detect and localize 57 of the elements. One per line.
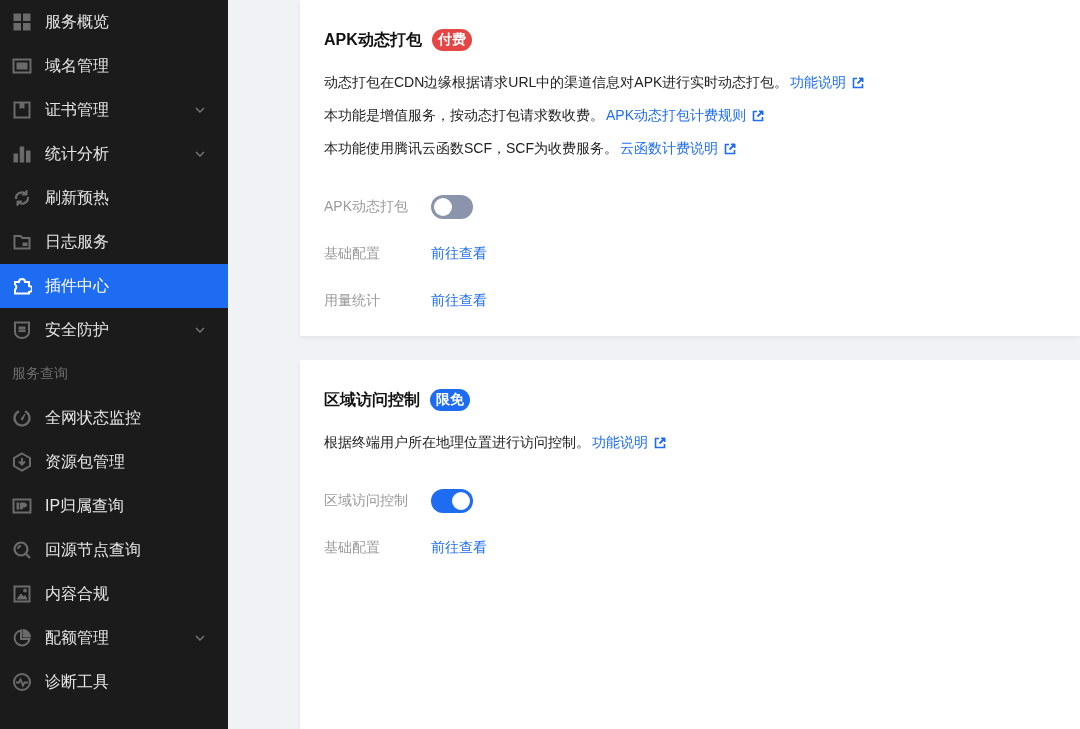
external-link-icon: [752, 109, 764, 122]
image-icon: [12, 584, 32, 604]
setting-label: 基础配置: [324, 244, 381, 263]
sidebar-item[interactable]: 统计分析: [0, 132, 228, 176]
toggle-switch[interactable]: [431, 488, 473, 513]
badge: 限免: [430, 389, 470, 411]
doc-link[interactable]: 功能说明: [592, 433, 648, 452]
card-title: APK动态打包: [324, 29, 422, 50]
ip-icon: [12, 496, 32, 516]
doc-link[interactable]: 云函数计费说明: [620, 139, 718, 158]
folder-icon: [12, 232, 32, 252]
setting-label: 用量统计: [324, 291, 381, 310]
toggle-switch[interactable]: [431, 194, 473, 219]
doc-link[interactable]: 功能说明: [790, 73, 847, 92]
setting-label: 基础配置: [324, 538, 381, 557]
sidebar-item[interactable]: 全网状态监控: [0, 396, 228, 440]
description-text: 根据终端用户所在地理位置进行访问控制。: [324, 433, 590, 452]
sidebar-item[interactable]: 安全防护: [0, 308, 228, 352]
sidebar-item[interactable]: 服务概览: [0, 0, 228, 44]
sidebar-item[interactable]: 刷新预热: [0, 176, 228, 220]
pie-chart-icon: [12, 628, 32, 648]
description-text: 本功能是增值服务，按动态打包请求数收费。: [324, 106, 604, 125]
description-text: 动态打包在CDN边缘根据请求URL中的渠道信息对APK进行实时动态打包。: [324, 73, 789, 92]
setting-label: 区域访问控制: [324, 491, 409, 510]
doc-link[interactable]: APK动态打包计费规则: [606, 106, 746, 125]
sidebar-item[interactable]: 日志服务: [0, 220, 228, 264]
sidebar-item[interactable]: 诊断工具: [0, 660, 228, 704]
bar-chart-icon: [12, 144, 32, 164]
bookmark-icon: [12, 100, 32, 120]
sidebar-item[interactable]: 内容合规: [0, 572, 228, 616]
sidebar-item[interactable]: 资源包管理: [0, 440, 228, 484]
pulse-icon: [12, 672, 32, 692]
puzzle-icon: [12, 276, 32, 296]
gauge-icon: [12, 408, 32, 428]
shield-icon: [12, 320, 32, 340]
sidebar-item[interactable]: 域名管理: [0, 44, 228, 88]
refresh-icon: [12, 188, 32, 208]
view-link[interactable]: 前往查看: [431, 244, 487, 263]
search-icon: [12, 540, 32, 560]
sidebar-item[interactable]: 回源节点查询: [0, 528, 228, 572]
sidebar-item[interactable]: IP归属查询: [0, 484, 228, 528]
external-link-icon: [852, 76, 865, 89]
external-link-icon: [724, 142, 736, 155]
view-link[interactable]: 前往查看: [431, 291, 487, 310]
description-text: 本功能使用腾讯云函数SCF，SCF为收费服务。: [324, 139, 618, 158]
sidebar-section-title: 服务查询: [11, 364, 69, 383]
web-page-icon: [12, 56, 32, 76]
card-title: 区域访问控制: [324, 389, 420, 410]
sidebar-item[interactable]: 配额管理: [0, 616, 228, 660]
badge: 付费: [431, 29, 472, 51]
sidebar-item[interactable]: 插件中心: [0, 264, 228, 308]
view-link[interactable]: 前往查看: [431, 538, 487, 557]
sidebar-item[interactable]: 证书管理: [0, 88, 228, 132]
setting-label: APK动态打包: [324, 197, 409, 216]
download-icon: [12, 452, 32, 472]
external-link-icon: [654, 436, 666, 449]
grid-icon: [12, 12, 32, 32]
